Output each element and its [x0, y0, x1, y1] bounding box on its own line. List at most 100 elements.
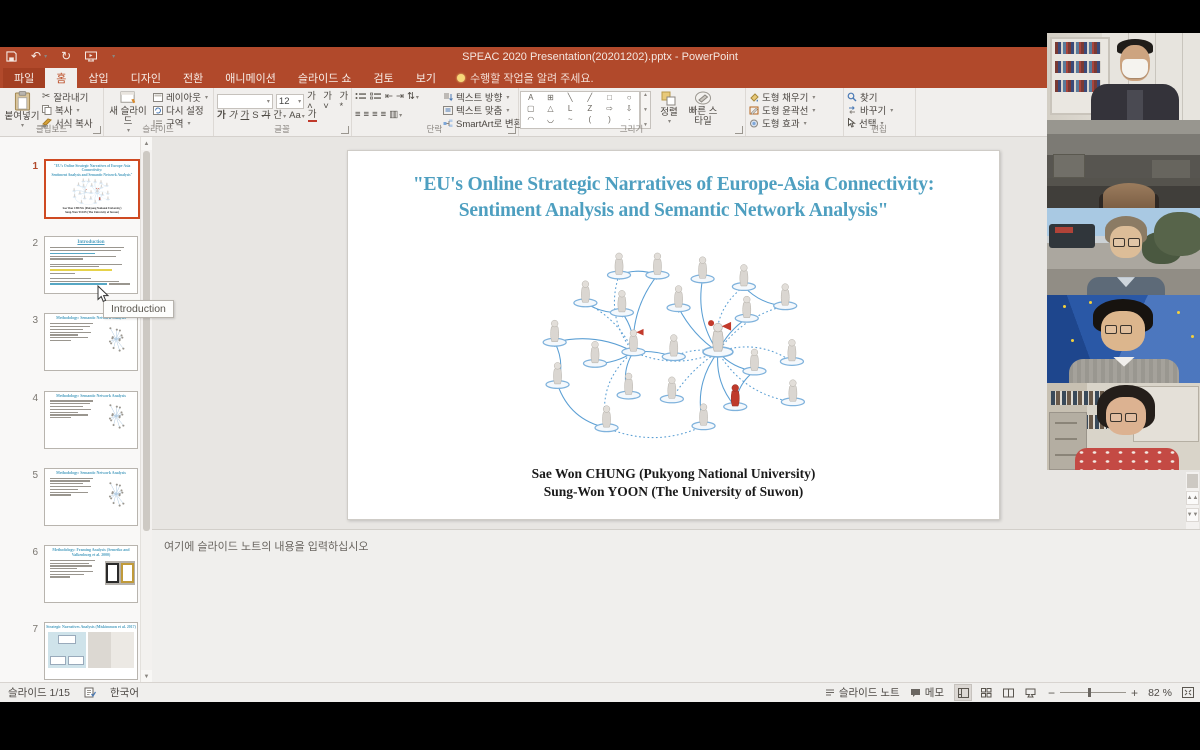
- shape-glyph-10[interactable]: ⇨: [606, 104, 613, 113]
- next-slide-button[interactable]: ▼▼: [1186, 508, 1199, 522]
- replace-button[interactable]: 바꾸기▾: [847, 104, 893, 116]
- font-name-box[interactable]: ▾: [217, 94, 273, 109]
- slide-thumbnail-5[interactable]: Methodology: Semantic Network Analysis: [44, 468, 138, 526]
- zoom-in-button[interactable]: +: [1131, 687, 1138, 699]
- shape-glyph-6[interactable]: ▢: [527, 104, 535, 113]
- slide-editing-area[interactable]: "EU's Online Strategic Narratives of Eur…: [347, 150, 1000, 520]
- slide-title[interactable]: "EU's Online Strategic Narratives of Eur…: [368, 172, 979, 223]
- slide-thumbnail-1[interactable]: "EU's Online Strategic Narratives of Eur…: [44, 159, 140, 219]
- arrange-button[interactable]: 정렬 ▾: [654, 91, 684, 125]
- scrollbar-thumb[interactable]: [1187, 474, 1198, 488]
- shape-glyph-8[interactable]: L: [568, 104, 572, 113]
- shape-glyph-11[interactable]: ⇩: [626, 104, 633, 113]
- increase-indent-icon[interactable]: ⇥: [396, 92, 404, 102]
- quick-styles-button[interactable]: 빠른 스타일: [686, 91, 720, 127]
- notes-toggle-button[interactable]: 슬라이드 노트: [825, 685, 900, 700]
- video-feed-1[interactable]: [1047, 33, 1200, 120]
- justify-icon[interactable]: ≡: [381, 110, 387, 120]
- align-left-icon[interactable]: ≡: [355, 110, 361, 120]
- video-feed-2[interactable]: [1047, 120, 1200, 207]
- shape-glyph-1[interactable]: ⊞: [547, 93, 554, 102]
- shape-effects-button[interactable]: 도형 효과▾: [749, 117, 815, 129]
- slide-thumbnail-4[interactable]: Methodology: Semantic Network Analysis: [44, 391, 138, 449]
- normal-view-button[interactable]: [954, 684, 972, 701]
- tab-디자인[interactable]: 디자인: [120, 68, 172, 88]
- tell-me-box[interactable]: 수행할 작업을 알려 주세요.: [457, 68, 594, 88]
- slide-authors[interactable]: Sae Won CHUNG (Pukyong National Universi…: [348, 465, 999, 501]
- shape-fill-button[interactable]: 도형 채우기▾: [749, 91, 815, 103]
- video-feed-3[interactable]: [1047, 208, 1200, 295]
- zoom-slider-handle[interactable]: [1088, 688, 1091, 697]
- clear-formatting-button[interactable]: 가*: [340, 92, 352, 111]
- tab-삽입[interactable]: 삽입: [77, 68, 119, 88]
- slideshow-view-button[interactable]: [1022, 685, 1038, 700]
- columns-icon[interactable]: ▥▾: [389, 110, 402, 120]
- video-feed-4[interactable]: [1047, 295, 1200, 382]
- shape-glyph-4[interactable]: □: [607, 93, 612, 102]
- shape-outline-button[interactable]: 도형 윤곽선▾: [749, 104, 815, 116]
- previous-slide-button[interactable]: ▲▲: [1186, 491, 1199, 505]
- slide-thumbnail-7[interactable]: Strategic Narratives Analysis (Miskimmon…: [44, 622, 138, 680]
- reset-button[interactable]: 다시 설정: [153, 104, 208, 116]
- underline-button[interactable]: 가: [241, 111, 250, 121]
- copy-button[interactable]: 복사▾: [42, 104, 93, 116]
- tab-검토[interactable]: 검토: [363, 68, 405, 88]
- tab-애니메이션[interactable]: 애니메이션: [214, 68, 287, 88]
- numbering-icon[interactable]: [370, 92, 382, 102]
- thumbnail-scrollbar[interactable]: ▲ ▼: [140, 137, 152, 683]
- font-size-box[interactable]: 12▾: [276, 94, 304, 109]
- shape-glyph-7[interactable]: △: [547, 104, 553, 113]
- shape-glyph-5[interactable]: ○: [627, 93, 632, 102]
- bold-button[interactable]: 가: [217, 111, 226, 121]
- notes-pane[interactable]: 여기에 슬라이드 노트의 내용을 입력하십시오: [152, 529, 1200, 683]
- slide-thumbnail-6[interactable]: Methodology: Framing Analysis (Semetko a…: [44, 545, 138, 603]
- shape-glyph-3[interactable]: ╱: [587, 93, 592, 102]
- font-color-button[interactable]: 가: [308, 110, 317, 122]
- paragraph-dialog-launcher[interactable]: [508, 126, 516, 134]
- line-spacing-icon[interactable]: ⇅▾: [407, 92, 419, 102]
- cut-button[interactable]: ✂잘라내기: [42, 91, 93, 103]
- shape-glyph-2[interactable]: ╲: [568, 93, 573, 102]
- char-spacing-button[interactable]: 간▾: [273, 111, 286, 121]
- comments-button[interactable]: 메모: [910, 685, 944, 700]
- strikethrough-button[interactable]: 가: [262, 111, 271, 121]
- slide-thumbnail-3[interactable]: Methodology: Semantic Network Analysis: [44, 313, 138, 371]
- drawing-dialog-launcher[interactable]: [735, 126, 743, 134]
- clipboard-dialog-launcher[interactable]: [93, 126, 101, 134]
- text-shadow-button[interactable]: S: [252, 111, 258, 121]
- find-button[interactable]: 찾기: [847, 91, 893, 103]
- align-text-button[interactable]: 텍스트 맞춤▾: [443, 104, 529, 116]
- slide-thumbnail-2[interactable]: Introduction: [44, 236, 138, 294]
- layout-button[interactable]: 레이아웃▾: [153, 91, 208, 103]
- shape-glyph-9[interactable]: Z: [587, 104, 592, 113]
- replace-icon: [847, 105, 857, 115]
- fit-to-window-icon[interactable]: [1182, 687, 1194, 698]
- tab-전환[interactable]: 전환: [172, 68, 214, 88]
- network-diagram-image[interactable]: [498, 243, 863, 455]
- tab-홈[interactable]: 홈: [45, 68, 77, 88]
- canvas-scrollbar[interactable]: ▲▲ ▼▼: [1186, 472, 1199, 532]
- proofing-icon[interactable]: [84, 687, 96, 698]
- thumbnail-scroll-up-icon[interactable]: ▲: [141, 137, 152, 150]
- align-center-icon[interactable]: ≡: [364, 110, 370, 120]
- tab-보기[interactable]: 보기: [405, 68, 447, 88]
- text-direction-button[interactable]: 텍스트 방향▾: [443, 91, 529, 103]
- reading-view-button[interactable]: [1000, 685, 1016, 700]
- shrink-font-button[interactable]: 가˅: [323, 92, 336, 111]
- change-case-button[interactable]: Aa▾: [289, 111, 305, 121]
- language-indicator[interactable]: 한국어: [110, 685, 139, 700]
- font-dialog-launcher[interactable]: [341, 126, 349, 134]
- align-right-icon[interactable]: ≡: [372, 110, 378, 120]
- zoom-out-button[interactable]: −: [1048, 687, 1055, 699]
- decrease-indent-icon[interactable]: ⇤: [385, 92, 393, 102]
- italic-button[interactable]: 가: [228, 111, 239, 121]
- slide-sorter-view-button[interactable]: [978, 685, 994, 700]
- shape-glyph-0[interactable]: A: [528, 93, 533, 102]
- thumbnail-scrollbar-thumb[interactable]: [143, 151, 150, 531]
- bullets-icon[interactable]: [355, 92, 367, 102]
- tab-파일[interactable]: 파일: [3, 68, 45, 88]
- zoom-percent[interactable]: 82 %: [1148, 687, 1172, 699]
- zoom-slider[interactable]: [1060, 692, 1126, 693]
- tab-슬라이드 쇼[interactable]: 슬라이드 쇼: [287, 68, 363, 88]
- video-feed-5[interactable]: [1047, 383, 1200, 470]
